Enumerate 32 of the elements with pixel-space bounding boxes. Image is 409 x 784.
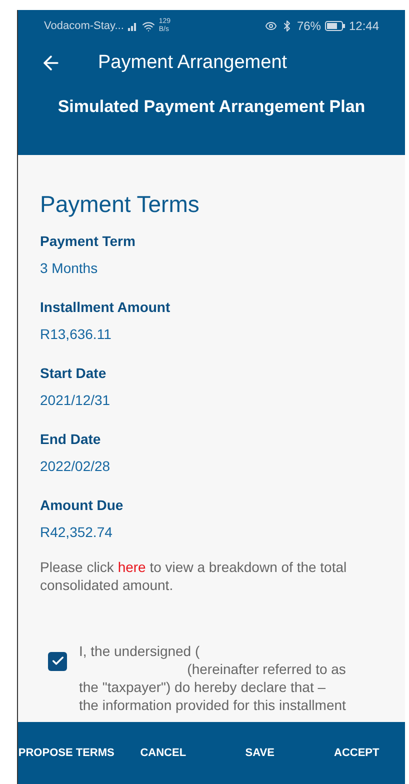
field-value: 2022/02/28 <box>40 456 112 476</box>
breakdown-link[interactable]: here <box>118 558 146 574</box>
screen-subtitle: Simulated Payment Arrangement Plan <box>58 96 366 118</box>
field-value: 2021/12/31 <box>40 390 112 410</box>
declaration-text: I, the undersigned ( <box>79 642 201 660</box>
declaration-text: the information provided for this installment <box>79 696 346 714</box>
clock-time: 12:44 <box>348 18 379 35</box>
field-label: Amount Due <box>40 496 124 514</box>
checkmark-icon <box>50 654 64 668</box>
battery-icon <box>324 21 345 31</box>
field-value: R42,352.74 <box>40 522 114 542</box>
battery-percent: 76% <box>296 18 321 35</box>
action-button[interactable]: PROPOSE TERMS <box>18 744 114 762</box>
action-button[interactable]: ACCEPT <box>334 744 380 762</box>
field-label: End Date <box>40 430 102 448</box>
eye-icon <box>264 20 277 32</box>
breakdown-note: Please click here to view a breakdown of the total consolidated amount. <box>40 558 348 594</box>
declaration-checkbox[interactable] <box>48 652 67 670</box>
wifi-icon <box>142 20 155 32</box>
action-button[interactable]: CANCEL <box>140 744 186 762</box>
section-title: Payment Terms <box>40 190 200 219</box>
field-label: Installment Amount <box>40 298 172 316</box>
declaration-text: (hereinafter referred to as <box>187 660 346 678</box>
declaration-text: the "taxpayer") do hereby declare that – <box>79 678 327 696</box>
screen-title: Payment Arrangement <box>98 50 288 75</box>
signal-icon <box>128 22 138 30</box>
action-button[interactable]: SAVE <box>245 744 274 762</box>
field-value: R13,636.11 <box>40 324 112 344</box>
carrier-name: Vodacom-Stay... <box>44 18 124 34</box>
field-value: 3 Months <box>40 258 99 278</box>
field-label: Start Date <box>40 364 108 382</box>
field-label: Payment Term <box>40 232 136 251</box>
